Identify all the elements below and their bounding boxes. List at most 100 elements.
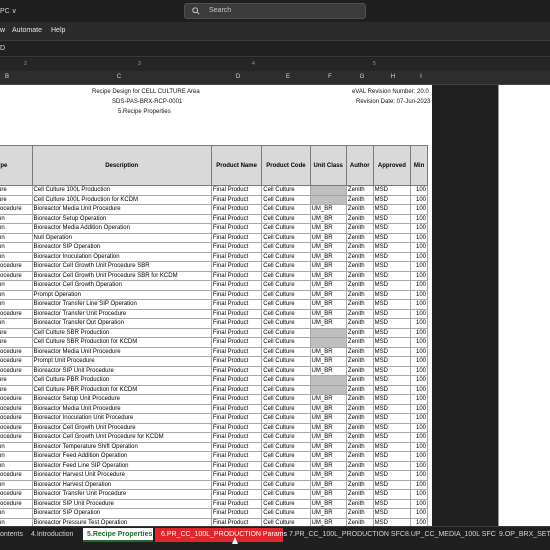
sheet-tab-op-brx-setup[interactable]: 9.OP_BRX_SETUP [499,528,550,542]
product-code-cell[interactable]: Cell Culture [261,289,311,300]
approved-cell[interactable]: MSD [372,470,412,481]
min-cell[interactable]: 100 [410,318,428,329]
unit-class-cell[interactable]: UM_BR [309,489,347,500]
product-code-cell[interactable]: Cell Culture [261,185,311,196]
column-header[interactable]: I [416,74,426,80]
author-cell[interactable]: Zenith [345,460,374,471]
author-cell[interactable]: Zenith [345,289,374,300]
author-cell[interactable]: Zenith [345,346,374,357]
min-cell[interactable]: 100 [410,327,428,338]
author-cell[interactable]: Zenith [345,242,374,253]
approved-cell[interactable]: MSD [372,346,412,357]
author-cell[interactable]: Zenith [345,223,374,234]
type-cell[interactable]: ure [0,337,33,348]
product-code-cell[interactable]: Cell Culture [261,270,311,281]
product-code-cell[interactable]: Cell Culture [261,470,311,481]
min-cell[interactable]: 100 [410,365,428,376]
product-name-cell[interactable]: Final Product [210,508,263,519]
approved-cell[interactable]: MSD [372,308,412,319]
approved-cell[interactable]: MSD [372,365,412,376]
unit-class-cell[interactable]: UM_BR [309,498,347,509]
column-header[interactable]: C [114,74,124,80]
product-name-cell[interactable]: Final Product [210,242,263,253]
product-name-cell[interactable]: Final Product [210,451,263,462]
unit-class-cell[interactable] [309,337,347,348]
product-name-cell[interactable]: Final Product [210,308,263,319]
description-cell[interactable]: Bioreactor Media Unit Procedure [31,204,212,215]
description-cell[interactable]: Cell Culture 100L Production [31,185,212,196]
author-cell[interactable]: Zenith [345,394,374,405]
min-cell[interactable]: 100 [410,470,428,481]
unit-class-cell[interactable]: UM_BR [309,365,347,376]
type-cell[interactable]: on [0,451,33,462]
sheet-tab-contents[interactable]: ontents [0,528,26,542]
approved-cell[interactable]: MSD [372,204,412,215]
unit-class-cell[interactable]: UM_BR [309,422,347,433]
author-cell[interactable]: Zenith [345,232,374,243]
product-name-cell[interactable]: Final Product [210,232,263,243]
min-cell[interactable]: 100 [410,508,428,519]
sheet-tab-introduction[interactable]: 4.Introduction [31,528,79,542]
type-cell[interactable]: rocedure [0,403,33,414]
approved-cell[interactable]: MSD [372,422,412,433]
type-cell[interactable]: on [0,289,33,300]
unit-class-cell[interactable]: UM_BR [309,413,347,424]
approved-cell[interactable]: MSD [372,375,412,386]
product-code-cell[interactable]: Cell Culture [261,460,311,471]
type-cell[interactable]: rocedure [0,365,33,376]
type-cell[interactable]: on [0,441,33,452]
description-cell[interactable]: Bioreactor Cell Growth Unit Procedure SB… [31,261,212,272]
author-cell[interactable]: Zenith [345,299,374,310]
description-cell[interactable]: Cell Culture SBR Production for KCDM [31,337,212,348]
product-name-cell[interactable]: Final Product [210,194,263,205]
product-name-cell[interactable]: Final Product [210,318,263,329]
product-code-cell[interactable]: Cell Culture [261,432,311,443]
unit-class-cell[interactable]: UM_BR [309,251,347,262]
type-cell[interactable]: ure [0,327,33,338]
type-cell[interactable]: on [0,232,33,243]
description-cell[interactable]: Bioreactor Setup Operation [31,213,212,224]
unit-class-cell[interactable] [309,327,347,338]
author-cell[interactable]: Zenith [345,327,374,338]
unit-class-cell[interactable]: UM_BR [309,403,347,414]
type-cell[interactable]: rocedure [0,346,33,357]
product-code-cell[interactable]: Cell Culture [261,213,311,224]
product-code-cell[interactable]: Cell Culture [261,346,311,357]
product-name-cell[interactable]: Final Product [210,185,263,196]
type-cell[interactable]: on [0,280,33,291]
product-code-cell[interactable]: Cell Culture [261,394,311,405]
description-cell[interactable]: Bioreactor Pressure Test Operation [31,517,212,526]
min-cell[interactable]: 100 [410,479,428,490]
menu-item-view[interactable]: w [0,27,5,34]
type-cell[interactable]: on [0,242,33,253]
description-cell[interactable]: Bioreactor Inoculation Unit Procedure [31,413,212,424]
author-cell[interactable]: Zenith [345,413,374,424]
min-cell[interactable]: 100 [410,460,428,471]
min-cell[interactable]: 100 [410,242,428,253]
approved-cell[interactable]: MSD [372,327,412,338]
product-name-cell[interactable]: Final Product [210,375,263,386]
unit-class-cell[interactable]: UM_BR [309,346,347,357]
type-cell[interactable]: on [0,479,33,490]
product-name-cell[interactable]: Final Product [210,346,263,357]
description-cell[interactable]: Bioreactor Harvest Operation [31,479,212,490]
product-code-cell[interactable]: Cell Culture [261,384,311,395]
description-cell[interactable]: Bioreactor Cell Growth Operation [31,280,212,291]
product-code-cell[interactable]: Cell Culture [261,251,311,262]
description-cell[interactable]: Bioreactor Harvest Unit Procedure [31,470,212,481]
description-cell[interactable]: Bioreactor Media Unit Procedure [31,403,212,414]
type-cell[interactable]: rocedure [0,270,33,281]
approved-cell[interactable]: MSD [372,270,412,281]
author-cell[interactable]: Zenith [345,337,374,348]
type-cell[interactable]: rocedure [0,308,33,319]
type-cell[interactable]: rocedure [0,498,33,509]
approved-cell[interactable]: MSD [372,318,412,329]
min-cell[interactable]: 100 [410,289,428,300]
author-cell[interactable]: Zenith [345,479,374,490]
min-cell[interactable]: 100 [410,346,428,357]
search-input[interactable]: Search [184,3,366,19]
product-name-cell[interactable]: Final Product [210,422,263,433]
sheet-tab-pr-cc-100l-sfc[interactable]: 7.PR_CC_100L_PRODUCTION SFC [289,528,405,542]
author-cell[interactable]: Zenith [345,356,374,367]
type-cell[interactable]: ure [0,375,33,386]
